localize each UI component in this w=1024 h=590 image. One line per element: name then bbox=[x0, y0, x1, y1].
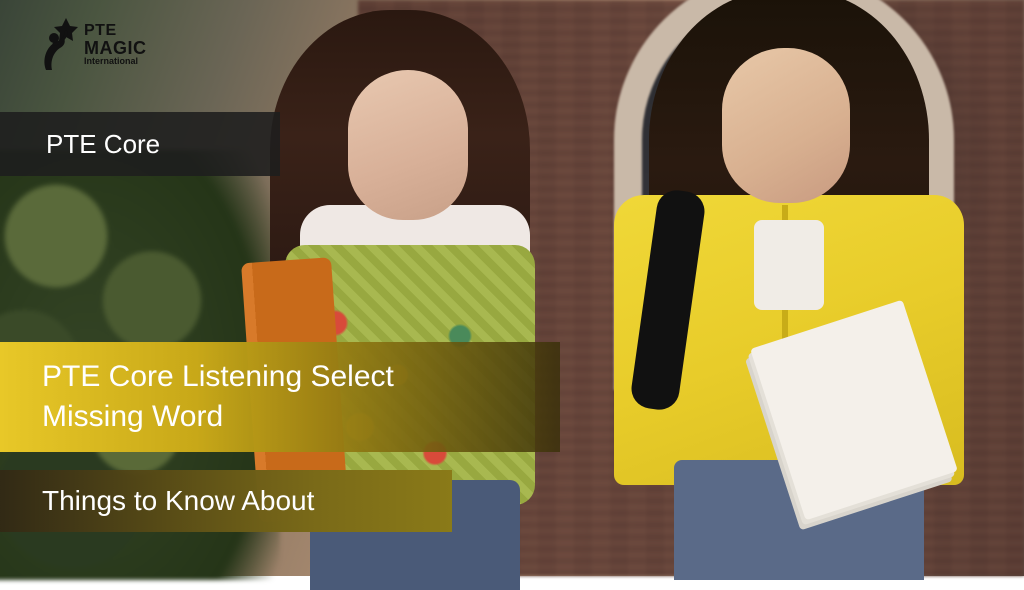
category-text: PTE Core bbox=[46, 129, 160, 160]
title-line2: Missing Word bbox=[42, 397, 223, 438]
subtitle-banner: Things to Know About bbox=[0, 470, 452, 532]
logo-figure-icon bbox=[36, 18, 78, 70]
title-line1: PTE Core Listening Select bbox=[42, 357, 394, 398]
logo-line2: MAGIC bbox=[84, 39, 147, 57]
title-banner: PTE Core Listening Select Missing Word bbox=[0, 342, 560, 452]
category-label: PTE Core bbox=[0, 112, 280, 176]
brand-logo: PTE MAGIC International bbox=[36, 18, 147, 70]
logo-line1: PTE bbox=[84, 23, 147, 39]
hero-scene: PTE MAGIC International PTE Core PTE Cor… bbox=[0, 0, 1024, 576]
subtitle-text: Things to Know About bbox=[42, 485, 314, 517]
logo-line3: International bbox=[84, 57, 147, 66]
student-right bbox=[604, 0, 984, 576]
